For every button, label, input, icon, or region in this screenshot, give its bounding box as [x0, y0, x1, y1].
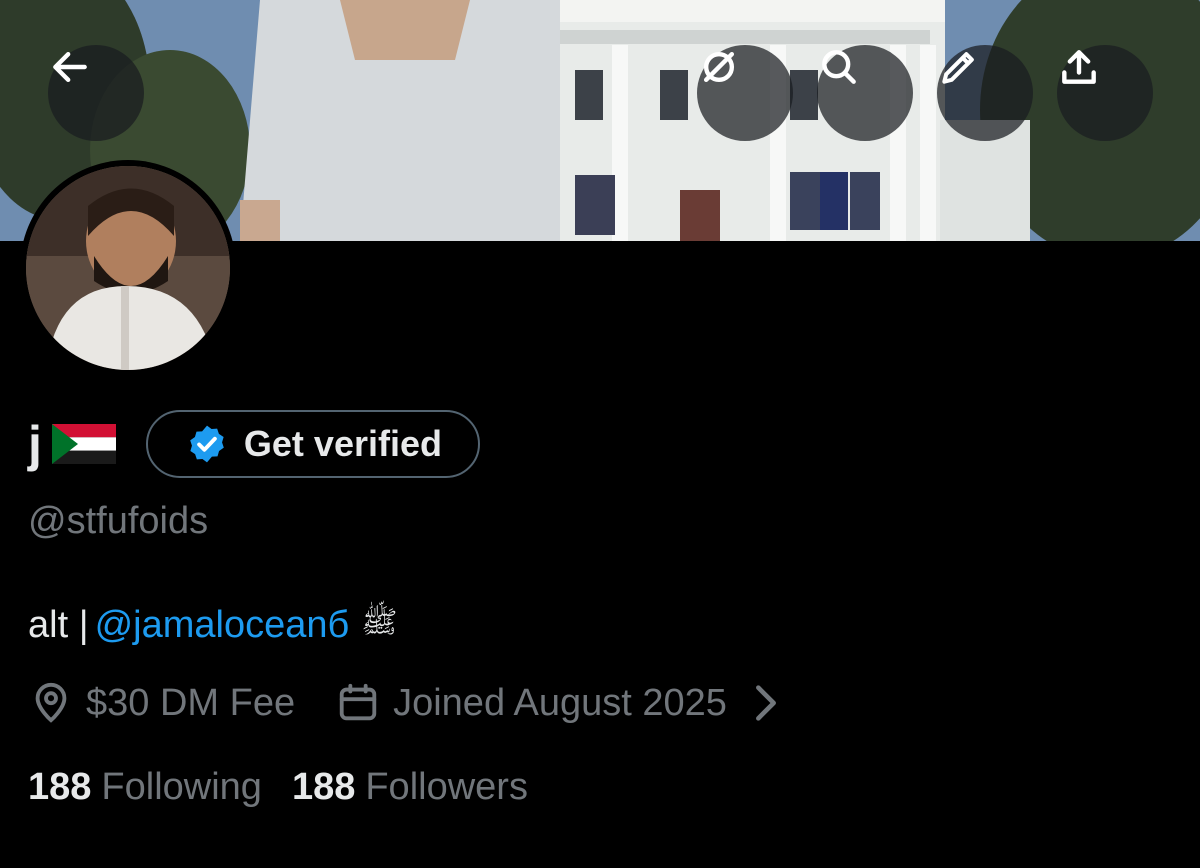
bio-mention-link[interactable]: @jamaloceanб	[95, 604, 350, 647]
grok-icon	[703, 51, 735, 83]
profile-meta: $30 DM Fee Joined August 2025	[28, 678, 801, 728]
get-verified-button[interactable]: Get verified	[145, 410, 480, 478]
edit-button[interactable]	[937, 45, 1033, 141]
bio: alt | @jamaloceanб ﷺ	[28, 604, 398, 647]
back-button[interactable]	[48, 45, 144, 141]
search-button[interactable]	[817, 45, 913, 141]
name-row: j Get verified	[28, 408, 480, 480]
search-icon	[822, 50, 856, 84]
avatar-image	[26, 166, 230, 370]
sudan-flag-icon	[51, 424, 116, 464]
bio-symbol: ﷺ	[361, 606, 398, 639]
following-link[interactable]: 188 Following	[28, 766, 262, 809]
joined-text: Joined August 2025	[393, 681, 727, 724]
calendar-icon	[339, 683, 377, 721]
display-name: j	[28, 416, 42, 472]
avatar[interactable]	[20, 160, 236, 376]
share-button[interactable]	[1057, 45, 1153, 141]
bio-text: alt |	[28, 604, 89, 646]
followers-link[interactable]: 188 Followers	[292, 766, 528, 809]
chevron-right-icon	[755, 685, 776, 721]
followers-label: Followers	[365, 766, 528, 808]
share-icon	[1062, 50, 1096, 84]
back-arrow-icon	[53, 51, 87, 83]
location-pin-icon	[35, 682, 67, 723]
location-item: $30 DM Fee	[28, 680, 295, 726]
grok-button[interactable]	[697, 45, 793, 141]
location-text: $30 DM Fee	[86, 681, 296, 724]
following-label: Following	[101, 766, 262, 808]
following-count: 188	[28, 766, 92, 808]
handle: @stfufoids	[28, 500, 209, 542]
followers-count: 188	[291, 766, 356, 808]
joined-item[interactable]: Joined August 2025	[335, 680, 801, 726]
pencil-icon	[942, 52, 974, 84]
verified-badge-icon	[190, 425, 224, 463]
follow-stats: 188 Following 188 Followers	[28, 766, 528, 809]
get-verified-label: Get verified	[243, 423, 442, 464]
